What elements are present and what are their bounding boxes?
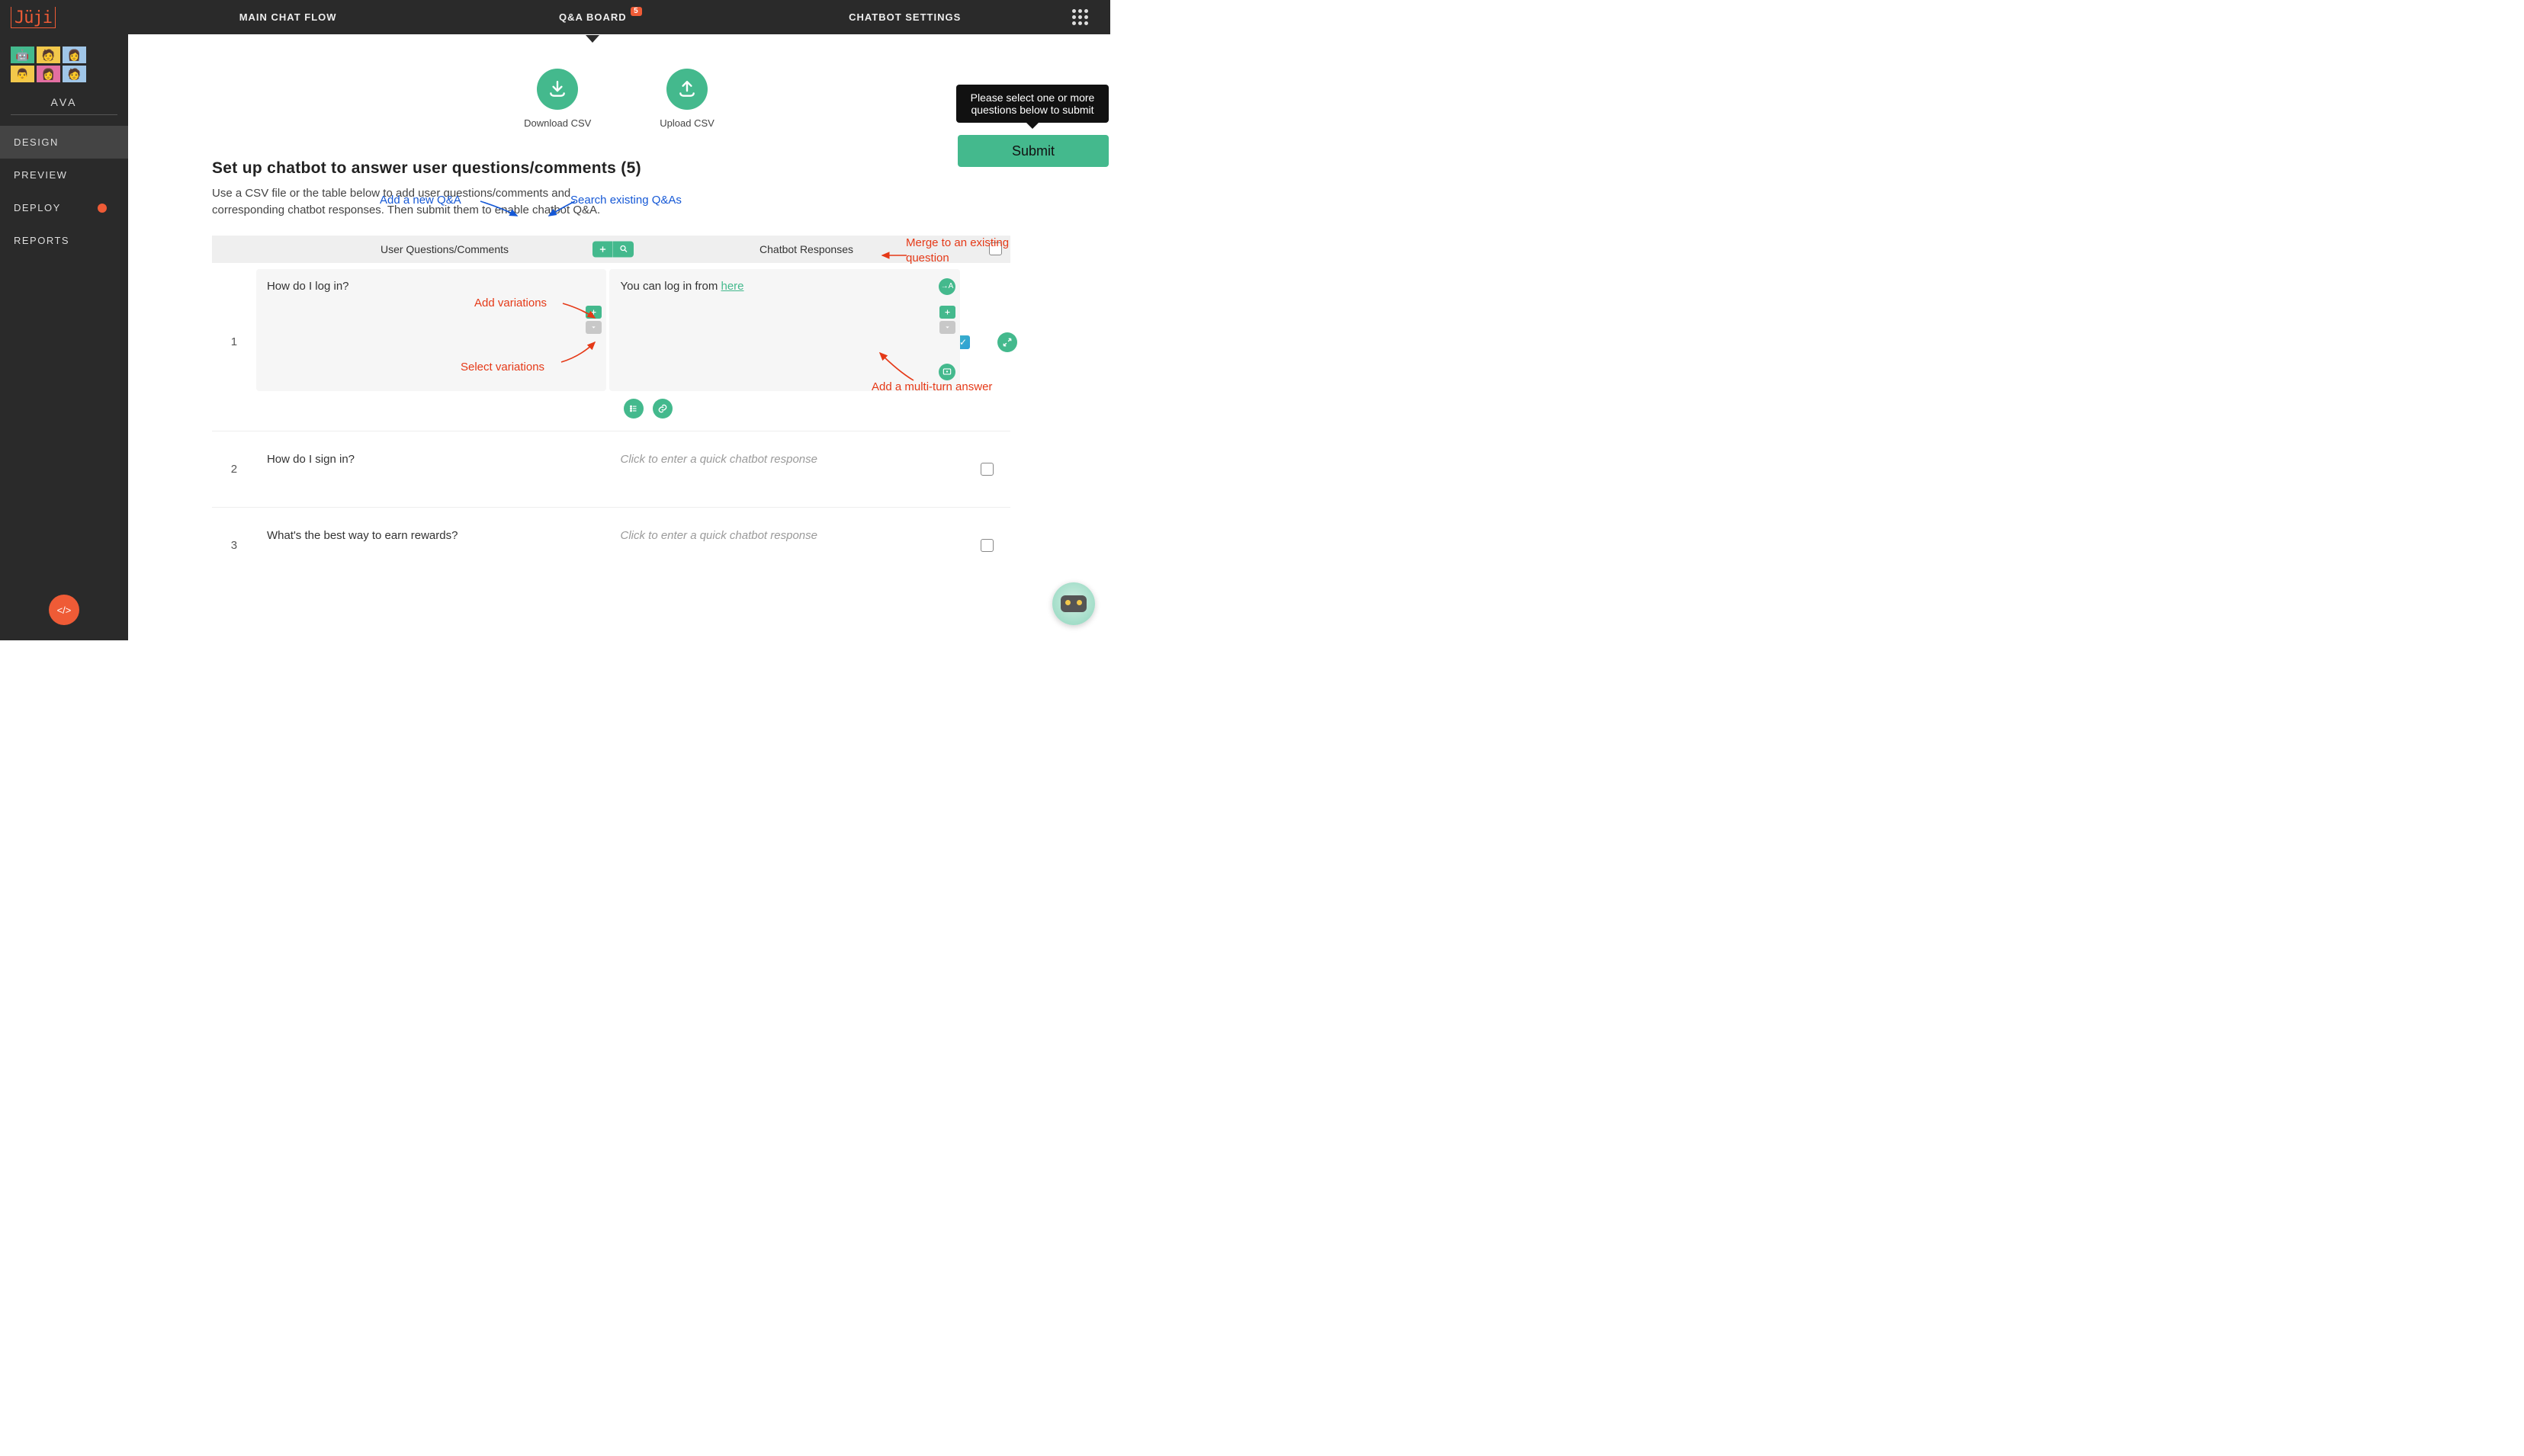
sidebar-item-deploy[interactable]: DEPLOY [0,191,128,224]
download-csv[interactable]: Download CSV [524,69,591,129]
answer-link[interactable]: here [721,280,744,293]
avatar-grid[interactable]: 🤖 🧑 👩 👨 👩 🧑 [0,34,128,96]
header-questions: User Questions/Comments [256,243,633,255]
table-row: 3 What's the best way to earn rewards? C… [212,508,1010,584]
header-center-controls [592,241,634,257]
select-answer-variation-button[interactable] [939,321,955,334]
brand-logo-text: Jüji [11,7,56,28]
row-number: 2 [212,431,256,507]
row-checkbox[interactable] [981,539,994,552]
brand-logo[interactable]: Jüji [0,7,128,28]
answer-cell[interactable]: Click to enter a quick chatbot response [610,438,961,501]
content: Set up chatbot to answer user questions/… [128,129,1110,584]
submit-tooltip: Please select one or more questions belo… [956,85,1109,123]
sidebar-item-deploy-label: DEPLOY [14,202,61,213]
answer-variation-controls [939,306,955,334]
table-row: 1 How do I log in? You can log in from h… [212,263,1010,431]
merge-question-button[interactable]: →A [939,278,955,295]
collapse-row-button[interactable] [997,332,1017,352]
code-fab-button[interactable]: </> [49,595,79,625]
select-variation-button[interactable] [586,321,602,334]
tab-chatbot-settings[interactable]: CHATBOT SETTINGS [844,11,965,23]
page-subtitle: Use a CSV file or the table below to add… [212,185,639,219]
upload-csv-label: Upload CSV [660,117,714,129]
question-cell[interactable]: How do I log in? [256,269,607,391]
download-csv-label: Download CSV [524,117,591,129]
upload-csv-icon [666,69,708,110]
sidebar-item-design[interactable]: DESIGN [0,126,128,159]
code-icon: </> [57,605,72,616]
submit-button-label: Submit [1012,143,1055,159]
robot-icon [1061,595,1087,612]
question-cell[interactable]: How do I sign in? [256,438,607,501]
list-format-icon[interactable] [624,399,644,419]
question-text: What's the best way to earn rewards? [267,529,458,542]
table-header: User Questions/Comments Chatbot Response… [212,236,1010,263]
sidebar: 🤖 🧑 👩 👨 👩 🧑 AVA DESIGN PREVIEW DEPLOY RE… [0,34,128,640]
add-answer-variation-button[interactable] [939,306,955,319]
sidebar-item-reports[interactable]: REPORTS [0,224,128,257]
answer-cell[interactable]: Click to enter a quick chatbot response [610,514,961,578]
tab-qa-board[interactable]: Q&A BOARD 5 [554,11,631,23]
topbar: Jüji MAIN CHAT FLOW Q&A BOARD 5 CHATBOT … [0,0,1110,34]
chat-widget-fab[interactable] [1052,582,1095,625]
add-qa-button[interactable] [592,241,613,257]
tab-main-chat-flow[interactable]: MAIN CHAT FLOW [235,11,342,23]
question-cell[interactable]: What's the best way to earn rewards? [256,514,607,578]
row-number: 3 [212,508,256,584]
row-side-controls: ✓ [963,263,1010,422]
qa-table: User Questions/Comments Chatbot Response… [212,236,1010,584]
select-all-checkbox[interactable] [989,242,1002,255]
search-qa-button[interactable] [613,241,634,257]
add-multiturn-button[interactable] [939,364,955,380]
link-format-icon[interactable] [653,399,673,419]
qa-board-badge: 5 [631,7,642,16]
answer-cell[interactable]: You can log in from here →A [609,269,960,391]
tab-qa-board-label: Q&A BOARD [559,11,627,23]
submit-button[interactable]: Submit [958,135,1109,167]
top-tabs: MAIN CHAT FLOW Q&A BOARD 5 CHATBOT SETTI… [128,11,1072,23]
answer-placeholder: Click to enter a quick chatbot response [621,453,817,466]
row-checkbox[interactable] [981,463,994,476]
download-csv-icon [537,69,578,110]
upload-csv[interactable]: Upload CSV [660,69,714,129]
main-content-area: Download CSV Upload CSV Set up chatbot t… [128,34,1110,640]
page-title: Set up chatbot to answer user questions/… [212,159,1026,178]
answer-format-chips [624,399,673,419]
row-number: 1 [212,263,256,422]
apps-grid-icon[interactable] [1072,9,1097,25]
question-text: How do I sign in? [267,453,355,466]
add-variation-button[interactable] [586,306,602,319]
bot-name: AVA [11,96,117,115]
sidebar-item-preview[interactable]: PREVIEW [0,159,128,191]
header-answers: Chatbot Responses [633,243,980,255]
answer-text: You can log in from [620,280,721,293]
answer-placeholder: Click to enter a quick chatbot response [621,529,817,542]
deploy-status-dot [98,204,107,213]
table-row: 2 How do I sign in? Click to enter a qui… [212,431,1010,508]
question-variation-controls [586,306,602,334]
question-text: How do I log in? [267,280,349,293]
